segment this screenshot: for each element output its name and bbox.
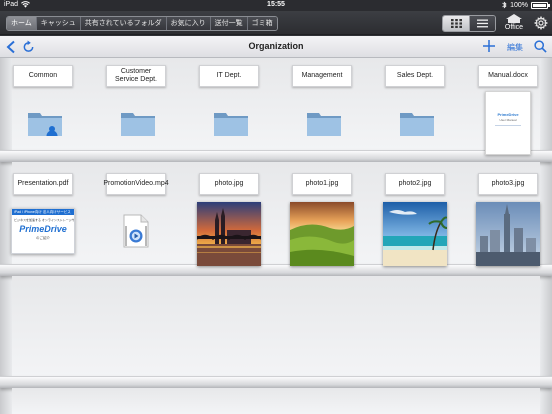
file-item[interactable]: Manual.docx PrimeDrive User Manual [478,58,548,156]
file-item[interactable]: photo3.jpg [476,173,548,266]
pdf-headline: iPad / iPhone向け 法人向けサービス [12,209,74,215]
folder-icon [307,113,341,136]
item-label: Common [13,65,73,87]
document-brand: PrimeDrive [497,112,519,117]
item-label: Customer Service Dept. [106,65,166,87]
file-item[interactable]: photo.jpg [197,173,269,266]
add-icon[interactable] [482,39,496,53]
folder-icon [400,113,434,136]
view-mode-toggle [442,15,496,32]
folder-item[interactable]: Customer Service Dept. [106,58,176,150]
gear-icon[interactable] [534,16,548,30]
shelf-back-3 [12,276,540,378]
folder-item[interactable]: IT Dept. [199,58,269,150]
shelf-back-2 [12,162,540,266]
photo-thumbnail [383,202,447,266]
document-thumbnail: PrimeDrive User Manual [485,91,531,155]
beach-photo [383,202,447,266]
item-label: Management [292,65,352,87]
folder-icon [214,113,248,136]
bookshelf: Common Customer Service Dept. IT Dept. M… [0,58,552,414]
green-hills-photo [290,202,354,266]
status-bar: iPad 15:55 100% [0,0,552,11]
back-chevron-icon[interactable] [5,40,17,54]
tab-shared-folders[interactable]: 共有されているフォルダ [80,17,167,30]
shelf-plank-3 [0,376,552,388]
city-bridge-photo [197,202,261,266]
item-label: photo1.jpg [292,173,352,195]
folder-icon [121,113,155,136]
grid-view-button[interactable] [443,16,469,31]
photo-thumbnail [290,202,354,266]
shelf-plank-1 [0,150,552,162]
grid-icon [450,19,462,28]
office-button[interactable]: Office [502,13,526,35]
tab-trash[interactable]: ゴミ箱 [247,17,277,30]
search-icon[interactable] [534,40,547,53]
office-label: Office [504,24,524,31]
item-label: Manual.docx [478,65,538,87]
folder-item[interactable]: Sales Dept. [385,58,455,150]
item-label: Presentation.pdf [13,173,73,195]
file-item[interactable]: photo1.jpg [290,173,362,266]
tab-favorites[interactable]: お気に入り [166,17,211,30]
tab-cache[interactable]: キャッシュ [36,17,81,30]
battery-icon [531,1,550,9]
folder-item[interactable]: Management [292,58,362,150]
page-title: Organization [248,41,304,51]
shared-folder-icon [28,113,62,136]
video-file-icon [123,214,149,248]
shelf-back-1 [12,58,540,150]
navigation-bar: Organization 編集 [0,36,552,58]
tab-home[interactable]: ホーム [7,17,37,30]
item-label: photo.jpg [199,173,259,195]
list-icon [477,19,488,28]
tab-sent-list[interactable]: 送付一覧 [210,17,248,30]
tab-bar: ホーム キャッシュ 共有されているフォルダ お気に入り 送付一覧 ゴミ箱 [6,16,278,31]
clock: 15:55 [267,1,285,8]
edit-button[interactable]: 編集 [507,42,523,53]
photo-thumbnail [476,202,540,266]
office-icon [506,14,522,23]
pdf-footer: のご紹介 [36,236,50,240]
item-label: photo3.jpg [478,173,538,195]
photo-thumbnail [197,202,261,266]
file-item[interactable]: Presentation.pdf iPad / iPhone向け 法人向けサービ… [11,173,83,265]
shelf-plank-2 [0,264,552,276]
item-label: photo2.jpg [385,173,445,195]
pdf-brand: PrimeDrive [19,224,67,234]
item-label: IT Dept. [199,65,259,87]
item-label: PromotionVideo.mp4 [103,173,169,195]
battery-percent: 100% [510,1,528,9]
refresh-icon[interactable] [22,40,35,54]
pdf-thumbnail: iPad / iPhone向け 法人向けサービス ビジネスを加速する オンライン… [11,208,75,254]
bluetooth-icon [502,1,507,9]
item-label: Sales Dept. [385,65,445,87]
pdf-subline: ビジネスを加速する オンラインストレージサービス [14,218,74,222]
folder-item[interactable]: Common [13,58,83,150]
city-skyline-photo [476,202,540,266]
document-title: User Manual [499,118,517,122]
main-toolbar: ホーム キャッシュ 共有されているフォルダ お気に入り 送付一覧 ゴミ箱 Off… [0,11,552,35]
shelf-back-4 [12,388,540,414]
list-view-button[interactable] [469,16,495,31]
file-item[interactable]: PromotionVideo.mp4 [103,173,176,265]
file-item[interactable]: photo2.jpg [383,173,455,266]
